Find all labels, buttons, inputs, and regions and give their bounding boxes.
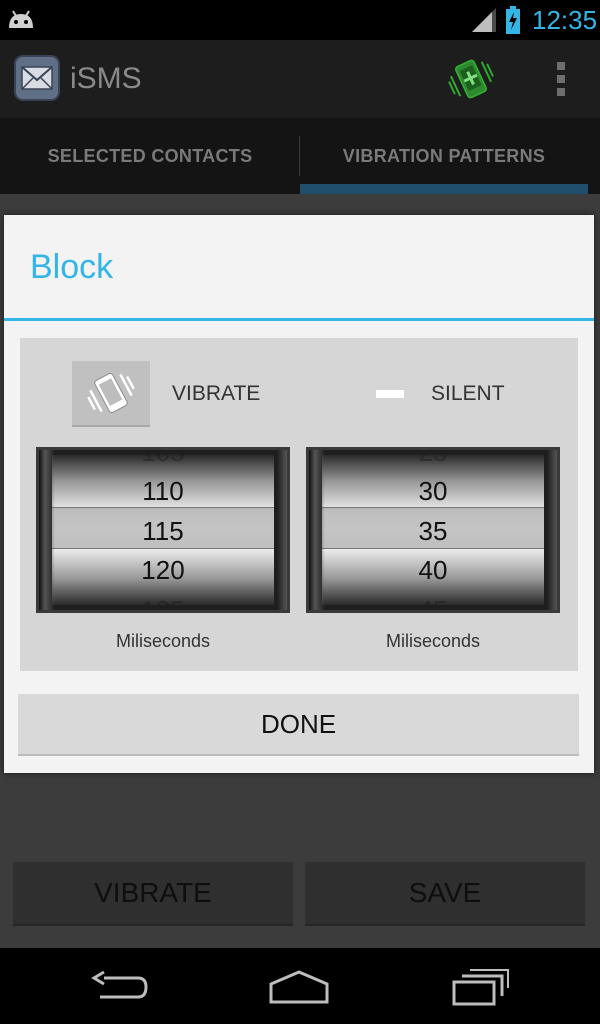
battery-charging-icon bbox=[506, 6, 520, 34]
button-label: DONE bbox=[260, 708, 337, 739]
vibrate-toggle-button[interactable] bbox=[72, 361, 150, 427]
background-vibrate-button[interactable]: VIBRATE bbox=[13, 862, 293, 926]
wheel-item[interactable]: 125 bbox=[52, 595, 274, 605]
recent-apps-icon[interactable] bbox=[450, 968, 510, 1006]
overflow-menu-icon[interactable] bbox=[554, 60, 568, 98]
silent-duration-wheel[interactable]: 25 30 35 40 45 bbox=[306, 447, 560, 613]
add-vibration-icon[interactable] bbox=[446, 56, 496, 102]
navigation-bar bbox=[0, 948, 600, 1024]
signal-strength-icon bbox=[472, 8, 496, 32]
vibrate-unit-label: Miliseconds bbox=[115, 631, 211, 651]
dialog-title: Block bbox=[30, 248, 114, 286]
silent-label: SILENT bbox=[431, 382, 505, 405]
background-save-button[interactable]: SAVE bbox=[305, 862, 585, 926]
wheel-item[interactable]: 45 bbox=[322, 595, 544, 605]
wheel-item[interactable]: 30 bbox=[322, 476, 544, 506]
tab-vibration-patterns[interactable]: VIBRATION PATTERNS bbox=[300, 118, 588, 194]
silent-dash-icon[interactable] bbox=[376, 390, 404, 398]
app-title: iSMS bbox=[70, 62, 142, 95]
silent-unit-label: Miliseconds bbox=[385, 631, 481, 651]
tab-label: SELECTED CONTACTS bbox=[47, 145, 253, 166]
android-notification-icon bbox=[9, 10, 33, 28]
vibrate-label: VIBRATE bbox=[172, 382, 261, 405]
button-label: VIBRATE bbox=[94, 877, 212, 908]
home-icon[interactable] bbox=[268, 970, 330, 1004]
status-clock: 12:35 bbox=[532, 5, 598, 35]
wheel-item[interactable]: 105 bbox=[52, 455, 274, 467]
button-label: SAVE bbox=[408, 877, 482, 908]
back-icon[interactable] bbox=[90, 970, 148, 1004]
block-dialog: Block VIBRATE SILENT 105 110 bbox=[4, 215, 594, 773]
wheel-item-selected[interactable]: 115 bbox=[52, 516, 274, 546]
wheel-drum[interactable]: 105 110 115 120 125 bbox=[52, 455, 274, 605]
wheel-drum[interactable]: 25 30 35 40 45 bbox=[322, 455, 544, 605]
wheel-item-selected[interactable]: 35 bbox=[322, 516, 544, 546]
action-bar: iSMS bbox=[0, 40, 600, 118]
vibrate-phone-icon bbox=[87, 372, 135, 414]
tab-selected-indicator bbox=[300, 184, 588, 194]
wheel-item[interactable]: 110 bbox=[52, 476, 274, 506]
status-bar: 12:35 bbox=[0, 0, 600, 40]
app-envelope-icon[interactable] bbox=[14, 55, 60, 101]
tab-selected-contacts[interactable]: SELECTED CONTACTS bbox=[0, 118, 300, 194]
vibrate-duration-wheel[interactable]: 105 110 115 120 125 bbox=[36, 447, 290, 613]
pattern-editor-panel: VIBRATE SILENT 105 110 115 120 125 25 30… bbox=[20, 338, 578, 671]
done-button[interactable]: DONE bbox=[18, 694, 579, 756]
wheel-item[interactable]: 40 bbox=[322, 555, 544, 585]
wheel-item[interactable]: 120 bbox=[52, 555, 274, 585]
tab-bar: SELECTED CONTACTS VIBRATION PATTERNS bbox=[0, 118, 600, 194]
wheel-item[interactable]: 25 bbox=[322, 455, 544, 467]
dialog-title-divider bbox=[4, 318, 594, 321]
tab-label: VIBRATION PATTERNS bbox=[342, 145, 546, 166]
